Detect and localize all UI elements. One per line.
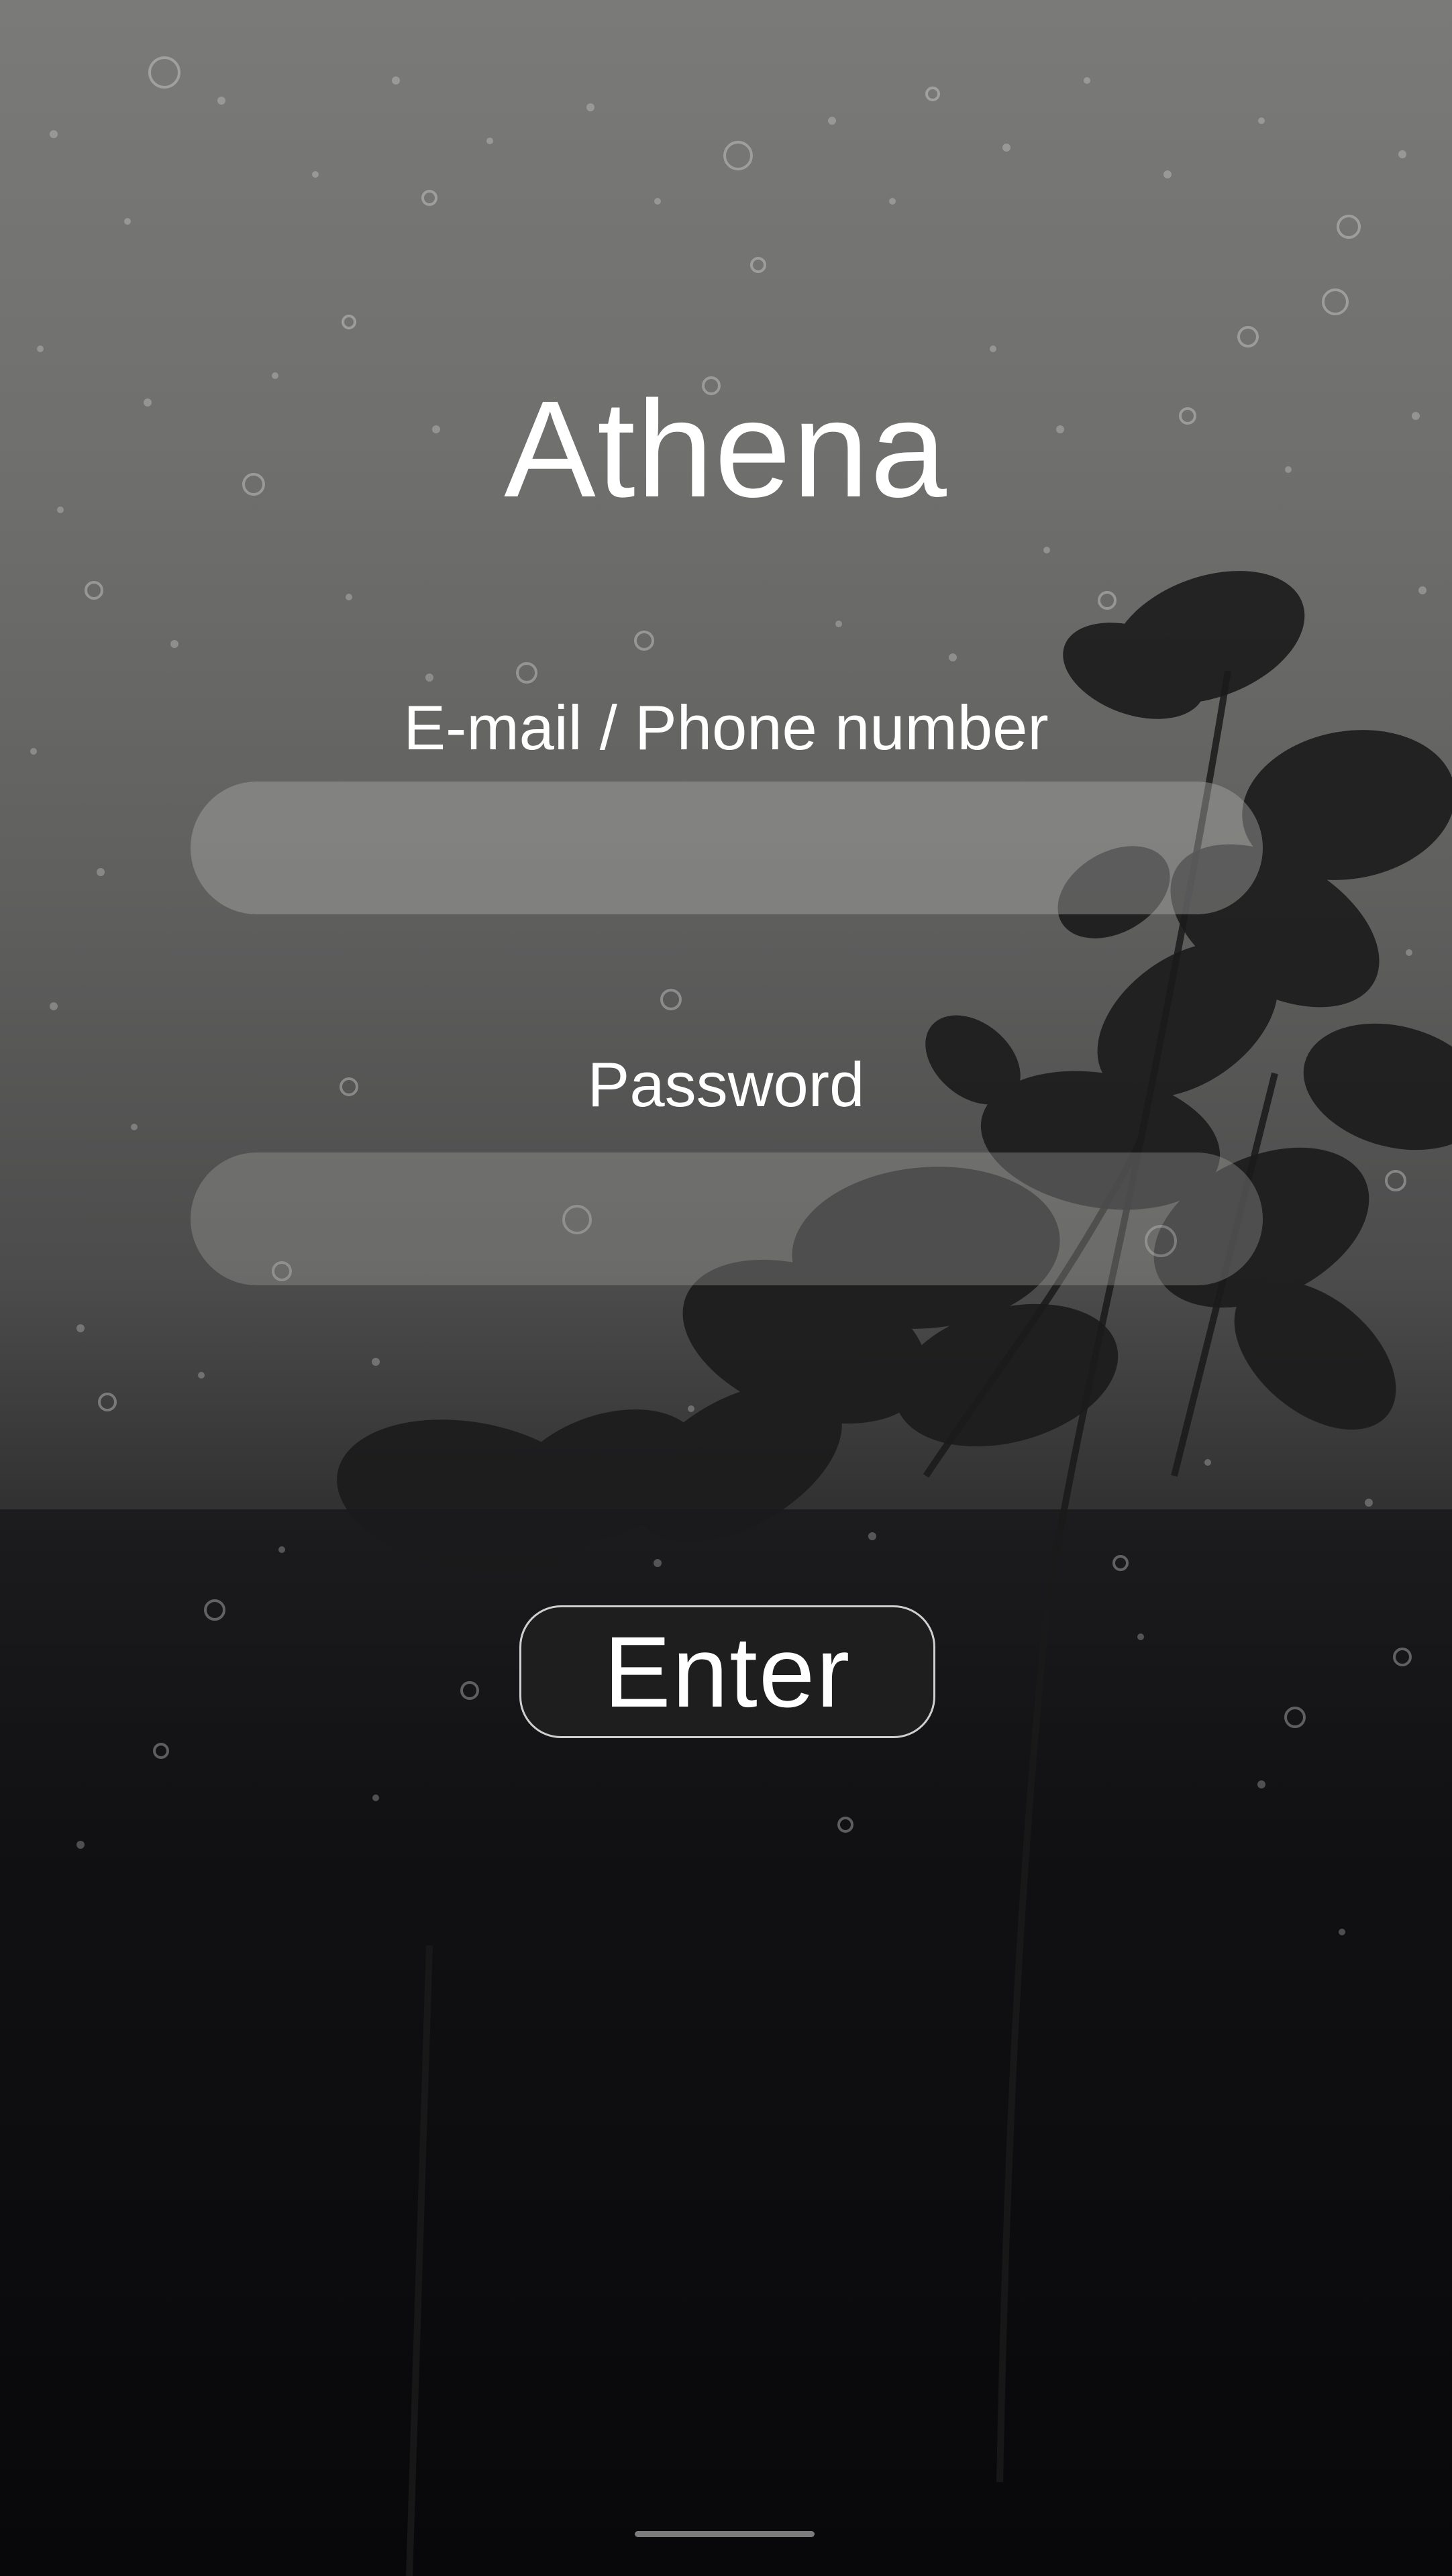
password-label: Password (587, 1049, 865, 1120)
email-field[interactable] (191, 782, 1263, 914)
password-field[interactable] (191, 1152, 1263, 1285)
app-title: Athena (504, 372, 948, 526)
gesture-nav-bar[interactable] (635, 2531, 815, 2537)
email-label: E-mail / Phone number (403, 692, 1049, 763)
enter-button[interactable]: Enter (519, 1605, 935, 1738)
